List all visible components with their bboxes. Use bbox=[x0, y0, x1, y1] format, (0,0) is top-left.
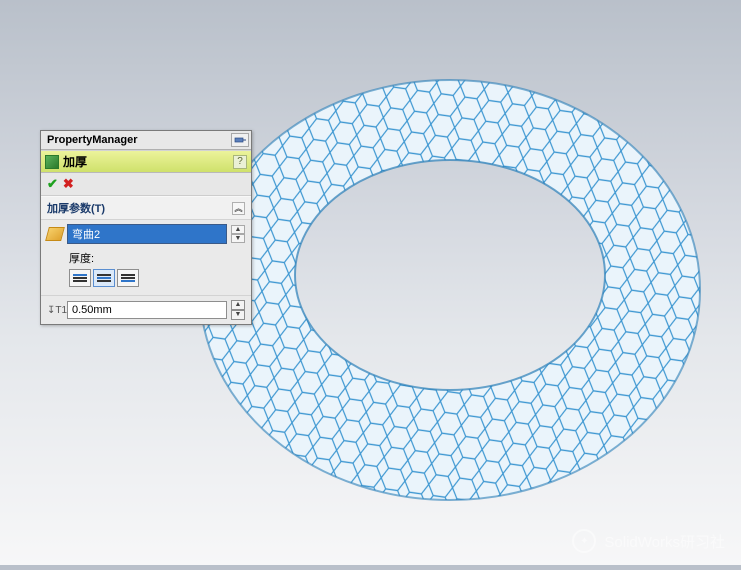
help-button[interactable]: ? bbox=[233, 155, 247, 169]
group-body: 弯曲2 ▲ ▼ 厚度: bbox=[41, 220, 251, 295]
ok-button[interactable]: ✔ bbox=[47, 176, 58, 192]
selection-input[interactable]: 弯曲2 bbox=[67, 224, 227, 244]
group-header[interactable]: 加厚参数(T) ︽ bbox=[41, 196, 251, 220]
thicken-side2-button[interactable] bbox=[117, 269, 139, 287]
thickness-row: ↧T1 ▲ ▼ bbox=[41, 295, 251, 324]
feature-header: 加厚 ? bbox=[41, 150, 251, 173]
thicken-side1-button[interactable] bbox=[69, 269, 91, 287]
selection-row: 弯曲2 ▲ ▼ bbox=[47, 224, 245, 244]
direction-row bbox=[69, 269, 245, 287]
cancel-button[interactable]: ✖ bbox=[63, 176, 74, 192]
confirm-row: ✔ ✖ bbox=[41, 173, 251, 196]
panel-titlebar: PropertyManager bbox=[41, 131, 251, 150]
watermark: ✦ SolidWorks研习社 bbox=[572, 529, 725, 553]
thickness-input[interactable] bbox=[67, 301, 227, 319]
collapse-chevron-icon[interactable]: ︽ bbox=[232, 202, 245, 215]
panel-title-text: PropertyManager bbox=[47, 134, 137, 146]
watermark-text: SolidWorks研习社 bbox=[604, 531, 725, 552]
selection-up-button[interactable]: ▲ bbox=[231, 225, 245, 234]
thickness-increment-button[interactable]: ▲ bbox=[231, 300, 245, 310]
property-manager-panel: PropertyManager 加厚 ? ✔ ✖ 加厚参数(T) ︽ 弯曲2 ▲… bbox=[40, 130, 252, 325]
surface-body-icon bbox=[45, 227, 65, 241]
group-header-label: 加厚参数(T) bbox=[47, 200, 105, 216]
feature-name: 加厚 bbox=[63, 153, 87, 170]
thicken-both-button[interactable] bbox=[93, 269, 115, 287]
wechat-icon: ✦ bbox=[572, 529, 596, 553]
thickness-decrement-button[interactable]: ▼ bbox=[231, 310, 245, 320]
thickness-label: 厚度: bbox=[69, 250, 245, 266]
pin-button[interactable] bbox=[231, 133, 249, 147]
selection-down-button[interactable]: ▼ bbox=[231, 234, 245, 243]
thickness-icon: ↧T1 bbox=[47, 305, 63, 316]
thicken-icon bbox=[45, 155, 59, 169]
